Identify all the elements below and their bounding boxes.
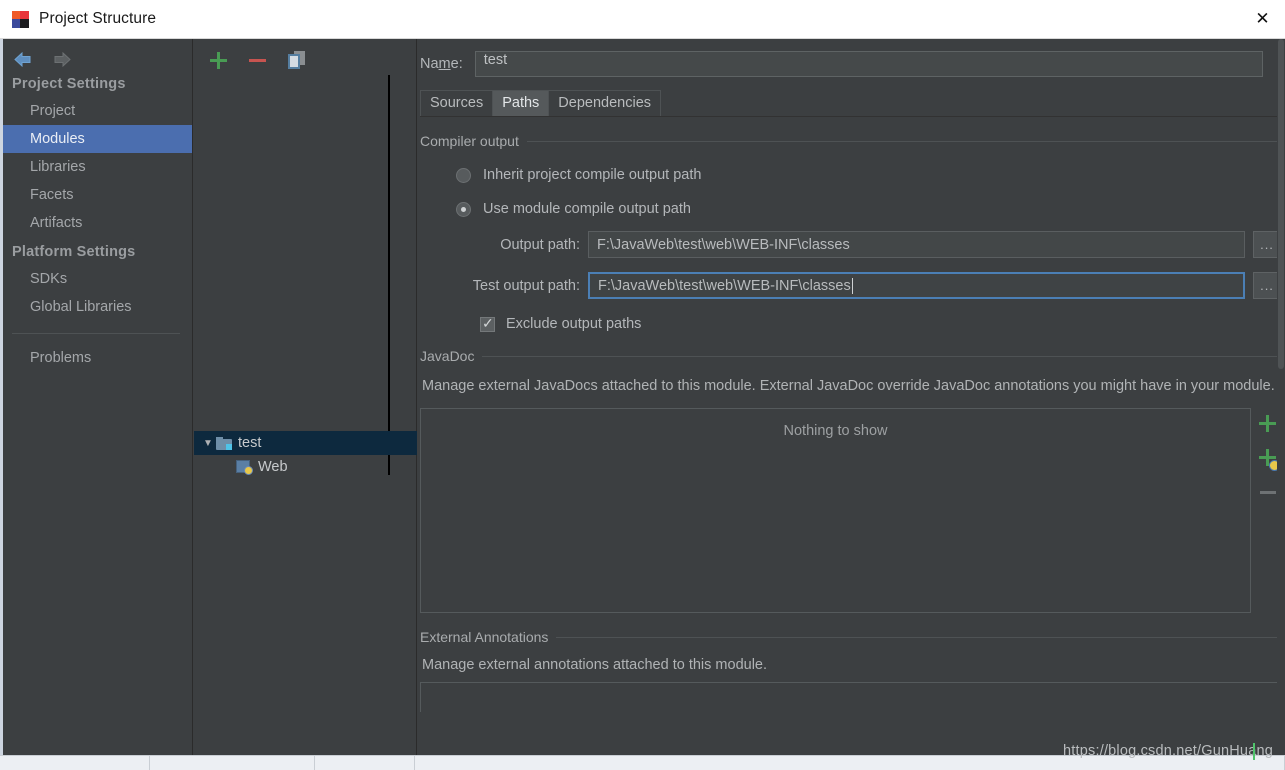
close-icon[interactable]: ✕ <box>1240 0 1285 38</box>
section-title-label: Compiler output <box>420 133 519 149</box>
module-list-border <box>194 75 390 475</box>
section-title-label: JavaDoc <box>420 348 475 364</box>
tree-item-label: test <box>238 435 262 451</box>
section-rule <box>482 355 1285 357</box>
javadoc-list-wrap: Nothing to show <box>420 408 1285 613</box>
scrollbar-thumb[interactable] <box>1278 39 1284 369</box>
status-cell <box>150 756 315 770</box>
module-settings-panel: Name: test Sources Paths Dependencies Co… <box>418 39 1285 755</box>
module-name-input[interactable]: test <box>474 51 1263 77</box>
sidebar-group-project-settings: Project Settings <box>12 76 126 92</box>
remove-icon[interactable] <box>1258 482 1278 502</box>
exclude-output-paths-row[interactable]: Exclude output paths <box>480 315 1285 332</box>
window-title: Project Structure <box>39 10 157 27</box>
module-tree: ▼ test Web <box>194 431 417 479</box>
section-header: Compiler output <box>420 133 1285 149</box>
javadoc-description: Manage external JavaDocs attached to thi… <box>422 378 1275 394</box>
javadoc-section: JavaDoc Manage external JavaDocs attache… <box>418 348 1285 613</box>
name-row: Name: test <box>418 39 1285 77</box>
intellij-idea-icon <box>12 10 29 28</box>
tab-sources[interactable]: Sources <box>420 90 494 116</box>
test-output-path-label: Test output path: <box>472 277 580 294</box>
radio-module-output[interactable] <box>456 201 471 217</box>
watermark-caret <box>1253 743 1255 760</box>
external-annotations-description: Manage external annotations attached to … <box>422 657 768 673</box>
section-header: External Annotations <box>420 629 1285 645</box>
radio-module-output-label: Use module compile output path <box>483 201 691 217</box>
tree-row[interactable]: ▼ test <box>194 431 417 455</box>
watermark-text: https://blog.csdn.net/GunHuang <box>1063 743 1273 759</box>
section-rule <box>556 636 1285 638</box>
chevron-down-icon[interactable]: ▼ <box>194 438 216 449</box>
section-title-label: External Annotations <box>420 629 549 645</box>
javadoc-empty-label: Nothing to show <box>783 423 888 439</box>
web-facet-icon <box>236 460 253 475</box>
sidebar-item-modules[interactable]: Modules <box>0 125 192 153</box>
module-folder-icon <box>216 436 232 450</box>
status-cell <box>0 756 150 770</box>
section-header: JavaDoc <box>420 348 1285 364</box>
test-output-path-row: Test output path: F:\JavaWeb\test\web\WE… <box>420 272 1285 299</box>
project-structure-dialog: Project Structure ✕ Project Settings Pro… <box>0 0 1285 770</box>
section-rule <box>526 140 1285 142</box>
tree-item-label: Web <box>258 459 288 475</box>
copy-icon[interactable] <box>285 49 307 71</box>
tab-paths[interactable]: Paths <box>492 90 550 116</box>
name-label: Name: <box>420 56 463 72</box>
external-annotations-section: External Annotations Manage external ann… <box>418 629 1285 712</box>
tab-dependencies[interactable]: Dependencies <box>548 90 662 116</box>
sidebar-divider <box>12 333 180 334</box>
tree-row[interactable]: Web <box>194 455 417 479</box>
status-cell <box>315 756 415 770</box>
settings-sidebar: Project Settings Project Modules Librari… <box>0 39 193 755</box>
sidebar-item-project[interactable]: Project <box>0 97 192 125</box>
sidebar-item-sdks[interactable]: SDKs <box>0 265 192 293</box>
vertical-scrollbar[interactable] <box>1277 39 1285 755</box>
module-toolbar <box>194 39 416 73</box>
test-output-path-value: F:\JavaWeb\test\web\WEB-INF\classes <box>598 277 851 294</box>
sidebar-item-libraries[interactable]: Libraries <box>0 153 192 181</box>
test-output-path-input[interactable]: F:\JavaWeb\test\web\WEB-INF\classes <box>588 272 1245 299</box>
radio-inherit-output[interactable] <box>456 167 471 183</box>
external-annotations-list[interactable] <box>420 682 1285 712</box>
sidebar-edge-accent <box>0 39 3 755</box>
compiler-output-section: Compiler output Inherit project compile … <box>418 133 1285 332</box>
output-path-row: Output path: F:\JavaWeb\test\web\WEB-INF… <box>420 231 1285 258</box>
add-path-icon[interactable] <box>1258 414 1278 434</box>
nav-arrows <box>0 39 192 69</box>
arrow-left-icon[interactable] <box>13 50 34 69</box>
sidebar-item-artifacts[interactable]: Artifacts <box>0 209 192 237</box>
title-bar-left: Project Structure <box>0 10 156 28</box>
module-tabs: Sources Paths Dependencies <box>420 90 1285 117</box>
javadoc-list[interactable]: Nothing to show <box>420 408 1251 613</box>
radio-inherit-output-label: Inherit project compile output path <box>483 167 702 183</box>
sidebar-item-problems[interactable]: Problems <box>0 344 192 372</box>
radio-module-output-row[interactable]: Use module compile output path <box>456 201 1285 217</box>
output-path-input[interactable]: F:\JavaWeb\test\web\WEB-INF\classes <box>588 231 1245 258</box>
sidebar-group-platform-settings: Platform Settings <box>12 244 136 260</box>
title-bar: Project Structure ✕ <box>0 0 1285 39</box>
add-url-icon[interactable] <box>1258 448 1280 471</box>
sidebar-item-facets[interactable]: Facets <box>0 181 192 209</box>
radio-inherit-output-row[interactable]: Inherit project compile output path <box>456 167 1285 183</box>
arrow-right-icon[interactable] <box>51 50 72 69</box>
output-path-label: Output path: <box>500 236 580 253</box>
minus-icon[interactable] <box>246 49 268 71</box>
exclude-output-paths-label: Exclude output paths <box>506 316 642 332</box>
module-list-panel: ▼ test Web <box>194 39 417 755</box>
text-caret <box>851 277 853 294</box>
sidebar-item-global-libraries[interactable]: Global Libraries <box>0 293 192 321</box>
plus-icon[interactable] <box>207 49 229 71</box>
exclude-output-paths-checkbox[interactable] <box>480 315 495 332</box>
